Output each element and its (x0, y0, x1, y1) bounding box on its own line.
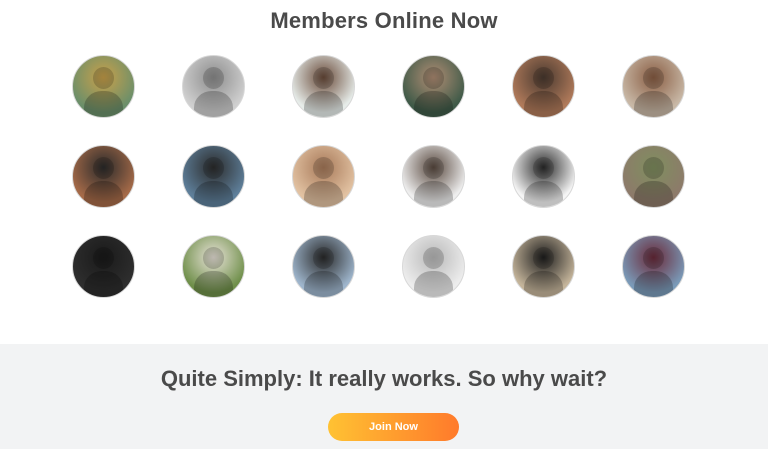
avatar-head-shape (533, 156, 554, 179)
member-avatar[interactable] (622, 55, 685, 118)
avatar-head-shape (93, 66, 114, 89)
avatar-body-shape (303, 91, 344, 117)
avatar-head-shape (313, 66, 334, 89)
avatar-body-shape (413, 181, 454, 207)
member-avatar[interactable] (512, 55, 575, 118)
avatar-head-shape (313, 156, 334, 179)
cta-section: Quite Simply: It really works. So why wa… (0, 344, 768, 449)
avatar-head-shape (93, 156, 114, 179)
avatar-body-shape (523, 271, 564, 297)
avatar-body-shape (523, 91, 564, 117)
avatar-head-shape (533, 246, 554, 269)
avatar-body-shape (523, 181, 564, 207)
member-avatar[interactable] (72, 55, 135, 118)
avatar-head-shape (423, 156, 444, 179)
avatar-body-shape (413, 271, 454, 297)
avatar-head-shape (643, 66, 664, 89)
member-avatar[interactable] (512, 145, 575, 208)
member-avatar[interactable] (72, 235, 135, 298)
avatar-head-shape (643, 246, 664, 269)
avatar-body-shape (413, 91, 454, 117)
member-avatar[interactable] (182, 235, 245, 298)
member-avatar[interactable] (402, 145, 465, 208)
avatar-head-shape (93, 246, 114, 269)
avatar-head-shape (643, 156, 664, 179)
avatar-body-shape (193, 271, 234, 297)
join-now-button[interactable]: Join Now (328, 413, 459, 441)
avatar-body-shape (633, 91, 674, 117)
avatar-head-shape (203, 66, 224, 89)
avatar-head-shape (423, 66, 444, 89)
member-avatar-grid (72, 55, 685, 298)
avatar-head-shape (203, 246, 224, 269)
avatar-body-shape (303, 271, 344, 297)
member-avatar[interactable] (182, 55, 245, 118)
avatar-head-shape (423, 246, 444, 269)
avatar-head-shape (203, 156, 224, 179)
avatar-body-shape (633, 271, 674, 297)
cta-title: Quite Simply: It really works. So why wa… (160, 366, 608, 391)
avatar-body-shape (193, 91, 234, 117)
member-avatar[interactable] (512, 235, 575, 298)
avatar-head-shape (533, 66, 554, 89)
member-avatar[interactable] (622, 235, 685, 298)
avatar-body-shape (303, 181, 344, 207)
member-avatar[interactable] (72, 145, 135, 208)
member-avatar[interactable] (292, 145, 355, 208)
avatar-body-shape (83, 181, 124, 207)
member-avatar[interactable] (292, 55, 355, 118)
avatar-body-shape (83, 91, 124, 117)
member-avatar[interactable] (622, 145, 685, 208)
members-online-section: Members Online Now (0, 0, 768, 344)
member-avatar[interactable] (292, 235, 355, 298)
member-avatar[interactable] (182, 145, 245, 208)
member-avatar[interactable] (402, 55, 465, 118)
members-online-title: Members Online Now (270, 8, 498, 33)
avatar-body-shape (83, 271, 124, 297)
member-avatar[interactable] (402, 235, 465, 298)
avatar-head-shape (313, 246, 334, 269)
avatar-body-shape (193, 181, 234, 207)
avatar-body-shape (633, 181, 674, 207)
